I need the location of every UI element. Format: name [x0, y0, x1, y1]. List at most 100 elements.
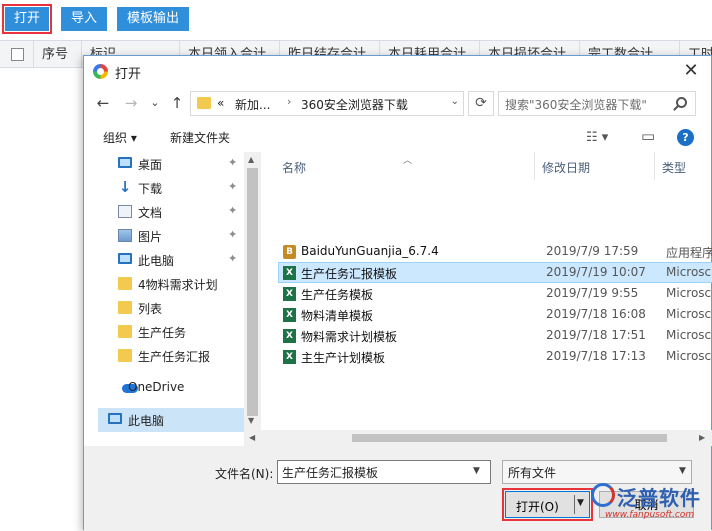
- nav-item-label: 此电脑: [128, 414, 165, 428]
- open-file-button[interactable]: 打开(O) ▼: [502, 488, 593, 521]
- nav-item-folder[interactable]: 生产任务: [98, 320, 244, 344]
- file-name: 生产任务模板: [301, 288, 374, 302]
- close-icon[interactable]: ✕: [679, 60, 703, 82]
- pin-icon: ✦: [228, 156, 238, 169]
- file-row-selected[interactable]: X 生产任务汇报模板 2019/7/19 10:07 Microsc: [278, 262, 712, 283]
- folder-icon: [118, 277, 132, 290]
- file-list-header: ︿ 名称 修改日期 类型: [264, 152, 712, 180]
- scrollbar-thumb[interactable]: [247, 168, 258, 416]
- file-name: 生产任务汇报模板: [301, 267, 398, 281]
- path-overflow[interactable]: «: [217, 96, 224, 110]
- excel-icon: X: [283, 350, 296, 364]
- search-box[interactable]: 搜索"360安全浏览器下载": [498, 91, 696, 116]
- forward-arrow-icon[interactable]: →: [122, 93, 140, 113]
- filename-input[interactable]: 生产任务汇报模板: [277, 460, 491, 484]
- file-type: Microsc: [666, 328, 712, 342]
- preview-pane-icon[interactable]: ▭: [641, 127, 655, 145]
- refresh-icon[interactable]: ⟳: [468, 91, 494, 116]
- navigation-pane-scrollbar[interactable]: ▲ ▼: [244, 152, 261, 444]
- filetype-select[interactable]: 所有文件: [502, 460, 692, 484]
- nav-item-documents[interactable]: 文档 ✦: [98, 200, 244, 224]
- open-button[interactable]: 打开: [2, 4, 52, 34]
- file-row[interactable]: X 物料清单模板 2019/7/18 16:08 Microsc: [278, 304, 712, 325]
- nav-item-label: OneDrive: [128, 380, 185, 394]
- nav-item-this-pc-quick[interactable]: 此电脑 ✦: [98, 248, 244, 272]
- nav-item-this-pc[interactable]: 此电脑: [98, 408, 244, 432]
- split-divider: [574, 495, 575, 514]
- import-button[interactable]: 导入: [61, 7, 107, 31]
- scroll-down-icon[interactable]: ▼: [248, 416, 254, 425]
- folder-icon: [118, 325, 132, 338]
- nav-item-folder[interactable]: 生产任务汇报: [98, 344, 244, 368]
- scroll-up-icon[interactable]: ▲: [248, 155, 254, 164]
- filename-label: 文件名(N):: [215, 467, 274, 481]
- folder-icon: [118, 349, 132, 362]
- nav-item-onedrive[interactable]: OneDrive: [98, 376, 244, 400]
- computer-icon: [108, 413, 122, 424]
- open-file-dialog: 打开 ✕ ← → ⌄ ↑ « 新加... › 360安全浏览器下载 ⌄ ⟳ 搜索…: [83, 55, 712, 531]
- nav-item-label: 下载: [138, 182, 163, 196]
- grid-header-check-cell: [0, 41, 34, 68]
- navigation-bar: ← → ⌄ ↑ « 新加... › 360安全浏览器下载 ⌄ ⟳ 搜索"360安…: [84, 87, 711, 121]
- nav-item-label: 列表: [138, 302, 163, 316]
- breadcrumb-segment[interactable]: 新加...: [235, 96, 270, 113]
- nav-item-label: 生产任务汇报: [138, 350, 211, 364]
- column-header-type[interactable]: 类型: [662, 159, 686, 176]
- nav-item-downloads[interactable]: ↓ 下载 ✦: [98, 176, 244, 200]
- scrollbar-thumb[interactable]: [352, 434, 667, 442]
- grid-header-cell[interactable]: 序号: [34, 41, 82, 68]
- file-row[interactable]: B BaiduYunGuanjia_6.7.4 2019/7/9 17:59 应…: [278, 241, 712, 262]
- dialog-titlebar[interactable]: 打开 ✕: [84, 56, 711, 87]
- chevron-down-icon[interactable]: ▼: [679, 466, 686, 476]
- pin-icon: ✦: [228, 228, 238, 241]
- nav-item-label: 文档: [138, 206, 163, 220]
- scroll-left-icon[interactable]: ◀: [249, 433, 255, 442]
- search-placeholder: 搜索"360安全浏览器下载": [505, 98, 647, 112]
- recent-locations-chevron-icon[interactable]: ⌄: [146, 93, 164, 113]
- nav-item-label: 桌面: [138, 158, 163, 172]
- navigation-pane: 桌面 ✦ ↓ 下载 ✦ 文档 ✦ 图片 ✦ 此电脑 ✦ 4物料需求计划 列表 生…: [98, 152, 244, 444]
- scroll-right-icon[interactable]: ▶: [699, 433, 705, 442]
- chevron-right-icon: ›: [287, 95, 292, 108]
- file-row[interactable]: X 生产任务模板 2019/7/19 9:55 Microsc: [278, 283, 712, 304]
- nav-item-desktop[interactable]: 桌面 ✦: [98, 152, 244, 176]
- address-bar[interactable]: « 新加... › 360安全浏览器下载 ⌄: [190, 91, 464, 116]
- chevron-down-icon[interactable]: ▼: [473, 466, 480, 476]
- column-header-modified[interactable]: 修改日期: [542, 159, 590, 176]
- nav-item-pictures[interactable]: 图片 ✦: [98, 224, 244, 248]
- file-name: 物料需求计划模板: [301, 330, 398, 344]
- column-divider[interactable]: [534, 152, 535, 180]
- nav-item-label: 此电脑: [138, 254, 175, 268]
- column-header-name[interactable]: 名称: [282, 159, 306, 176]
- chevron-down-icon[interactable]: ▼: [577, 498, 584, 508]
- app-toolbar: 打开 导入 模板输出: [0, 0, 712, 38]
- file-list: ︿ 名称 修改日期 类型 B BaiduYunGuanjia_6.7.4 201…: [264, 152, 712, 444]
- dialog-title: 打开: [115, 67, 142, 82]
- file-date: 2019/7/18 16:08: [546, 307, 646, 321]
- nav-item-folder[interactable]: 4物料需求计划: [98, 272, 244, 296]
- installer-icon: B: [283, 245, 296, 259]
- file-row[interactable]: X 物料需求计划模板 2019/7/18 17:51 Microsc: [278, 325, 712, 346]
- cancel-button[interactable]: 取消: [599, 491, 694, 518]
- file-date: 2019/7/19 10:07: [546, 265, 646, 279]
- excel-icon: X: [283, 329, 296, 343]
- file-row[interactable]: X 主生产计划模板 2019/7/18 17:13 Microsc: [278, 346, 712, 367]
- export-template-button[interactable]: 模板输出: [117, 7, 189, 31]
- help-icon[interactable]: ?: [677, 129, 694, 146]
- file-name: BaiduYunGuanjia_6.7.4: [301, 244, 439, 258]
- new-folder-button[interactable]: 新建文件夹: [170, 129, 230, 146]
- breadcrumb-segment[interactable]: 360安全浏览器下载: [301, 96, 408, 113]
- file-type: Microsc: [666, 265, 712, 279]
- file-name: 物料清单模板: [301, 309, 374, 323]
- file-list-scrollbar[interactable]: ◀ ▶: [244, 430, 712, 446]
- chevron-down-icon[interactable]: ⌄: [451, 96, 459, 107]
- view-options-icon[interactable]: ☷ ▾: [586, 130, 608, 145]
- back-arrow-icon[interactable]: ←: [94, 93, 112, 113]
- up-arrow-icon[interactable]: ↑: [168, 93, 186, 113]
- file-type: Microsc: [666, 286, 712, 300]
- file-type: Microsc: [666, 307, 712, 321]
- file-date: 2019/7/18 17:51: [546, 328, 646, 342]
- organize-menu[interactable]: 组织 ▾: [103, 129, 137, 146]
- nav-item-folder[interactable]: 列表: [98, 296, 244, 320]
- column-divider[interactable]: [654, 152, 655, 180]
